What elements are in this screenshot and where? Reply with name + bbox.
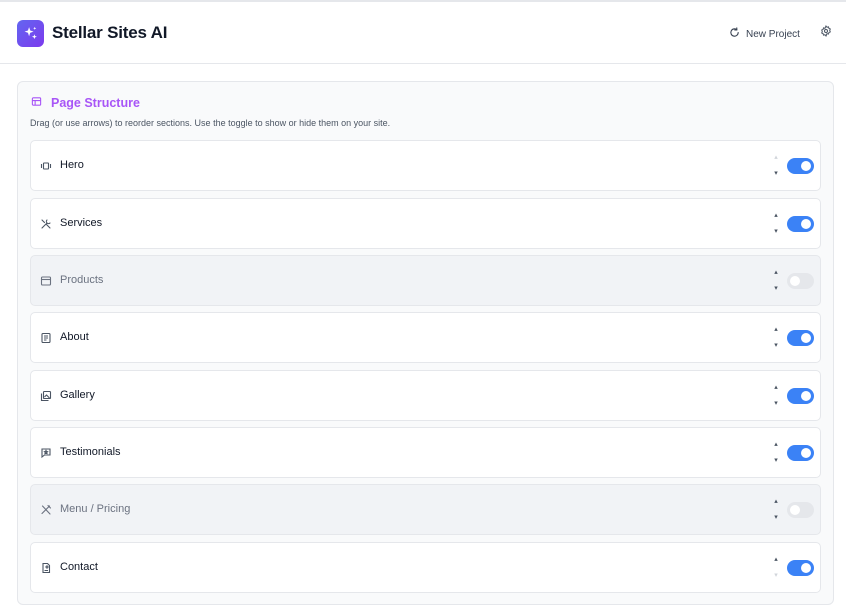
page-structure-panel: Page Structure Drag (or use arrows) to r… — [17, 81, 834, 605]
move-down-button[interactable]: ▾ — [772, 514, 780, 522]
layout-icon — [31, 94, 42, 112]
section-row-products[interactable]: Products ▴ ▾ — [30, 255, 821, 306]
move-up-button[interactable]: ▴ — [772, 326, 780, 334]
move-down-button[interactable]: ▾ — [772, 400, 780, 408]
move-up-button[interactable]: ▴ — [772, 212, 780, 220]
section-label: Gallery — [60, 389, 95, 401]
panel-header: Page Structure — [31, 94, 140, 112]
app-header: Stellar Sites AI New Project — [0, 2, 846, 64]
gallery-icon — [40, 390, 52, 402]
reorder-arrows: ▴ ▾ — [772, 324, 780, 352]
section-row-testimonials[interactable]: Testimonials ▴ ▾ — [30, 427, 821, 478]
visibility-toggle[interactable] — [787, 216, 814, 232]
section-label: Contact — [60, 561, 98, 573]
move-down-button[interactable]: ▾ — [772, 228, 780, 236]
message-star-icon — [40, 447, 52, 459]
reorder-arrows: ▴ ▾ — [772, 554, 780, 582]
section-row-gallery[interactable]: Gallery ▴ ▾ — [30, 370, 821, 421]
new-project-label: New Project — [746, 28, 800, 40]
visibility-toggle[interactable] — [787, 560, 814, 576]
move-down-button[interactable]: ▾ — [772, 285, 780, 293]
section-row-services[interactable]: Services ▴ ▾ — [30, 198, 821, 249]
document-icon — [40, 332, 52, 344]
section-label: About — [60, 331, 89, 343]
section-label: Testimonials — [60, 446, 121, 458]
reorder-arrows: ▴ ▾ — [772, 382, 780, 410]
visibility-toggle[interactable] — [787, 388, 814, 404]
section-label: Services — [60, 217, 103, 229]
section-row-menu-pricing[interactable]: Menu / Pricing ▴ ▾ — [30, 484, 821, 535]
utensils-icon — [40, 504, 52, 516]
move-up-button[interactable]: ▴ — [772, 269, 780, 277]
reorder-arrows: ▴ ▾ — [772, 210, 780, 238]
section-label: Hero — [60, 159, 84, 171]
visibility-toggle[interactable] — [787, 273, 814, 289]
reorder-arrows: ▴ ▾ — [772, 152, 780, 180]
visibility-toggle[interactable] — [787, 158, 814, 174]
section-label: Menu / Pricing — [60, 503, 131, 515]
refresh-icon — [729, 27, 740, 41]
move-up-button[interactable]: ▴ — [772, 498, 780, 506]
move-down-button[interactable]: ▾ — [772, 572, 780, 580]
move-down-button[interactable]: ▾ — [772, 457, 780, 465]
move-down-button[interactable]: ▾ — [772, 342, 780, 350]
reorder-arrows: ▴ ▾ — [772, 267, 780, 295]
panel-description: Drag (or use arrows) to reorder sections… — [30, 118, 391, 128]
visibility-toggle[interactable] — [787, 445, 814, 461]
panel-title: Page Structure — [51, 96, 140, 110]
reorder-arrows: ▴ ▾ — [772, 496, 780, 524]
section-row-hero[interactable]: Hero ▴ ▾ — [30, 140, 821, 191]
reorder-arrows: ▴ ▾ — [772, 439, 780, 467]
app-title: Stellar Sites AI — [52, 23, 168, 42]
move-up-button[interactable]: ▴ — [772, 556, 780, 564]
new-project-button[interactable]: New Project — [729, 26, 800, 42]
move-down-button[interactable]: ▾ — [772, 170, 780, 178]
visibility-toggle[interactable] — [787, 330, 814, 346]
tools-icon — [40, 218, 52, 230]
move-up-button[interactable]: ▴ — [772, 154, 780, 162]
store-icon — [40, 275, 52, 287]
move-up-button[interactable]: ▴ — [772, 441, 780, 449]
section-label: Products — [60, 274, 104, 286]
section-row-about[interactable]: About ▴ ▾ — [30, 312, 821, 363]
gear-icon[interactable] — [819, 24, 833, 38]
section-row-contact[interactable]: Contact ▴ ▾ — [30, 542, 821, 593]
contact-file-icon — [40, 562, 52, 574]
sparkles-logo-icon — [17, 20, 44, 47]
hero-icon — [40, 160, 52, 172]
move-up-button[interactable]: ▴ — [772, 384, 780, 392]
visibility-toggle[interactable] — [787, 502, 814, 518]
